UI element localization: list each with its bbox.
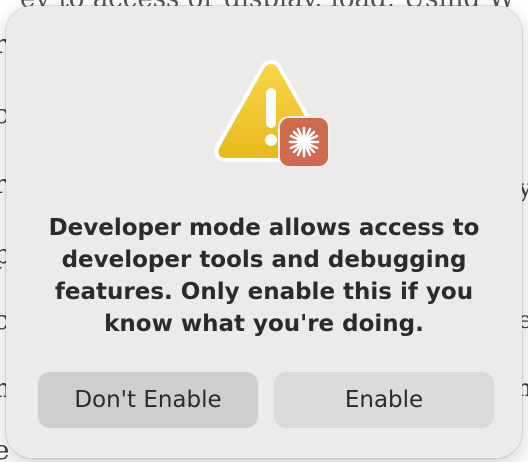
alert-icon-group bbox=[208, 58, 334, 174]
app-badge bbox=[278, 116, 330, 168]
app-burst-icon bbox=[288, 126, 320, 158]
developer-mode-alert: Developer mode allows access to develope… bbox=[6, 6, 522, 458]
enable-button[interactable]: Enable bbox=[274, 372, 494, 428]
alert-message: Developer mode allows access to develope… bbox=[48, 215, 480, 337]
dont-enable-button[interactable]: Don't Enable bbox=[38, 372, 258, 428]
